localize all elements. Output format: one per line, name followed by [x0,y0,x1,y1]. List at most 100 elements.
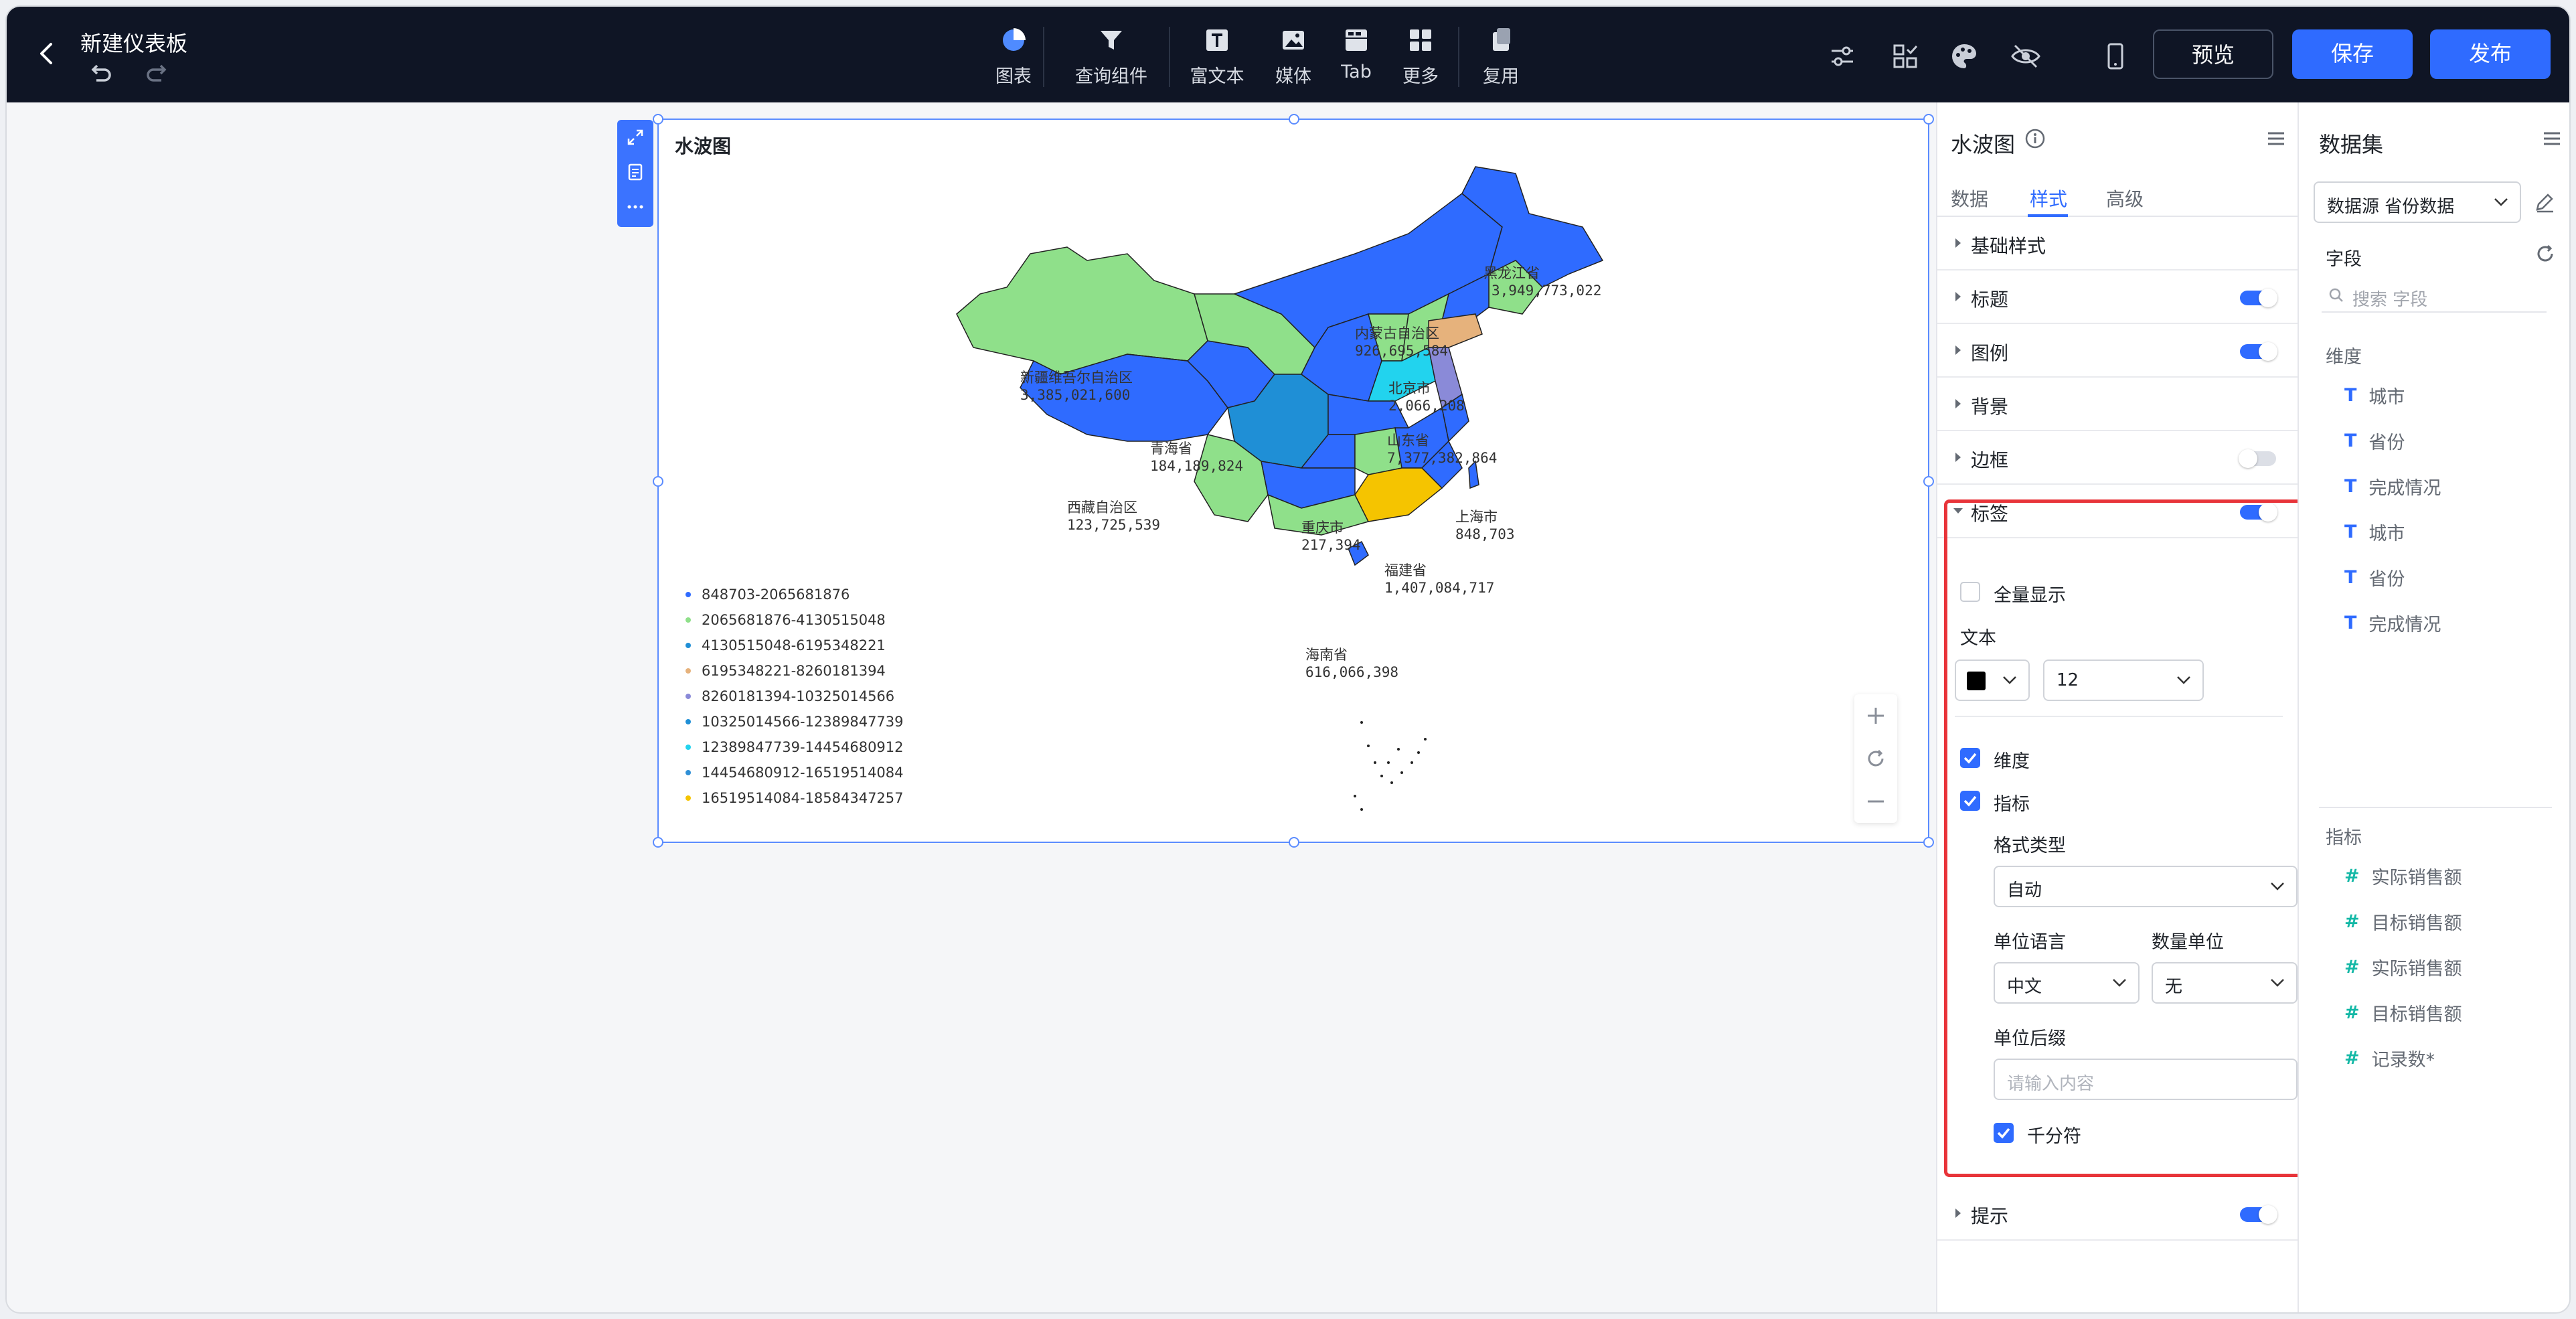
legend-color-dot [686,770,691,775]
map-label-value: 217,394 [1301,537,1361,553]
svg-text:重庆市: 重庆市 [1301,520,1344,536]
section-legend[interactable]: 图例 [1937,324,2299,378]
dimension-field[interactable]: T 城市 [2344,382,2405,408]
undo-icon[interactable] [87,60,114,87]
section-background[interactable]: 背景 [1937,378,2299,431]
dimension-field[interactable]: T 省份 [2344,428,2405,454]
dataset-title: 数据集 [2319,132,2384,157]
menu-icon[interactable] [2541,128,2563,149]
legend-label: 12389847739-14454680912 [702,739,904,755]
map-label-value: 7,377,382,864 [1387,450,1497,466]
section-border[interactable]: 边框 [1937,431,2299,485]
svg-text:内蒙古自治区: 内蒙古自治区 [1355,325,1439,341]
metric-field[interactable]: # 记录数* [2344,1045,2435,1071]
dimension-field[interactable]: T 完成情况 [2344,610,2441,636]
legend-item[interactable]: 12389847739-14454680912 [686,734,904,760]
datasource-select[interactable]: 数据源 省份数据 [2314,181,2521,223]
text-type-icon: T [2344,522,2357,542]
zoom-in-button[interactable] [1854,694,1897,737]
legend-item[interactable]: 4130515048-6195348221 [686,633,904,658]
reset-view-button[interactable] [1854,737,1897,780]
legend-item[interactable]: 8260181394-10325014566 [686,684,904,709]
legend-item[interactable]: 14454680912-16519514084 [686,760,904,785]
dashboard-title[interactable]: 新建仪表板 [80,27,187,58]
map-chart-widget[interactable]: 水波图 黑龙江省 3,949,773,022 内蒙古自治区 926,695,58… [653,114,1934,848]
panel-title: 水波图 [1951,132,2016,157]
notes-button[interactable] [617,155,653,189]
caret-right-icon [1955,399,1961,408]
metric-field[interactable]: # 实际销售额 [2344,954,2462,980]
svg-text:上海市: 上海市 [1455,509,1498,525]
refresh-icon[interactable] [2534,243,2556,264]
metric-field[interactable]: # 目标销售额 [2344,1000,2462,1026]
edit-pencil-icon[interactable] [2533,191,2556,214]
tab-advanced[interactable]: 高级 [2106,185,2144,212]
field-name: 实际销售额 [2371,868,2462,888]
toolbar-query-button[interactable]: 查询组件 [1071,25,1151,88]
copy-icon [1493,28,1510,51]
tab-data[interactable]: 数据 [1951,185,1988,212]
map-label-name: 山东省 [1387,433,1429,449]
text-type-icon: T [2344,613,2357,633]
section-basic-style[interactable]: 基础样式 [1937,217,2299,270]
datasource-value: 数据源 省份数据 [2327,197,2455,217]
map-label-name: 青海省 [1150,441,1192,457]
toolbar-divider [1458,27,1459,87]
theme-palette-icon[interactable] [1948,40,1980,72]
tooltip-toggle[interactable] [2240,1205,2277,1224]
section-label: 背景 [1971,396,2009,418]
legend-toggle[interactable] [2240,342,2277,361]
toolbar-reuse-button[interactable]: 复用 [1461,25,1541,88]
svg-text:7,377,382,864: 7,377,382,864 [1387,450,1497,466]
legend-color-dot [686,694,691,699]
widget-side-toolbar [617,120,653,227]
dimension-field[interactable]: T 城市 [2344,519,2405,545]
redo-icon[interactable] [144,60,171,87]
preview-button[interactable]: 预览 [2153,29,2273,79]
legend-color-dot [686,668,691,674]
more-options-button[interactable] [617,189,653,224]
metric-field[interactable]: # 目标销售额 [2344,909,2462,935]
legend-item[interactable]: 10325014566-12389847739 [686,709,904,734]
tab-style[interactable]: 样式 [2030,185,2067,212]
toolbar-more-button[interactable]: 更多 [1380,25,1461,88]
legend-item[interactable]: 848703-2065681876 [686,582,904,607]
save-button[interactable]: 保存 [2292,29,2413,79]
menu-icon[interactable] [2265,128,2287,149]
toolbar-richtext-button[interactable]: 富文本 [1177,25,1257,88]
toolbar-chart-button[interactable]: 图表 [973,25,1054,88]
field-name: 记录数* [2371,1050,2435,1071]
dimension-field[interactable]: T 完成情况 [2344,473,2441,499]
svg-text:1,407,084,717: 1,407,084,717 [1384,580,1494,596]
legend-item[interactable]: 16519514084-18584347257 [686,785,904,811]
settings-sliders-icon[interactable] [1826,40,1858,72]
info-icon[interactable] [2024,128,2046,149]
metric-field[interactable]: # 实际销售额 [2344,863,2462,889]
section-tooltip[interactable]: 提示 [1937,1187,2299,1241]
app-window: 新建仪表板 图表 查询组件 富文本 媒体 Tab 更多 复用 预览 保存 发布 … [7,7,2569,1312]
zoom-out-button[interactable] [1854,780,1897,823]
section-title[interactable]: 标题 [1937,270,2299,324]
refresh-icon [1868,749,1884,767]
expand-button[interactable] [617,120,653,155]
region-xinjiang [956,246,1208,375]
dimension-field[interactable]: T 省份 [2344,564,2405,591]
field-search-input[interactable]: 搜索 字段 [2322,278,2547,313]
svg-text:山东省: 山东省 [1387,433,1429,449]
border-toggle[interactable] [2239,449,2276,468]
mobile-device-icon[interactable] [2099,40,2131,72]
map-label-name: 北京市 [1388,380,1431,396]
legend-item[interactable]: 2065681876-4130515048 [686,607,904,633]
region-guangdong [1354,467,1443,522]
publish-button[interactable]: 发布 [2430,29,2551,79]
title-toggle[interactable] [2240,289,2277,307]
legend-item[interactable]: 6195348221-8260181394 [686,658,904,684]
map-label-value: 2,066,208 [1388,398,1465,414]
hide-eye-icon[interactable] [2010,40,2042,72]
toolbar-more-label: 更多 [1402,66,1439,87]
map-label-value: 3,385,021,600 [1020,387,1130,403]
back-icon[interactable] [33,40,60,67]
section-label: 提示 [1971,1205,2009,1227]
layout-icon[interactable] [1889,40,1921,72]
more-dots-icon [627,205,643,209]
